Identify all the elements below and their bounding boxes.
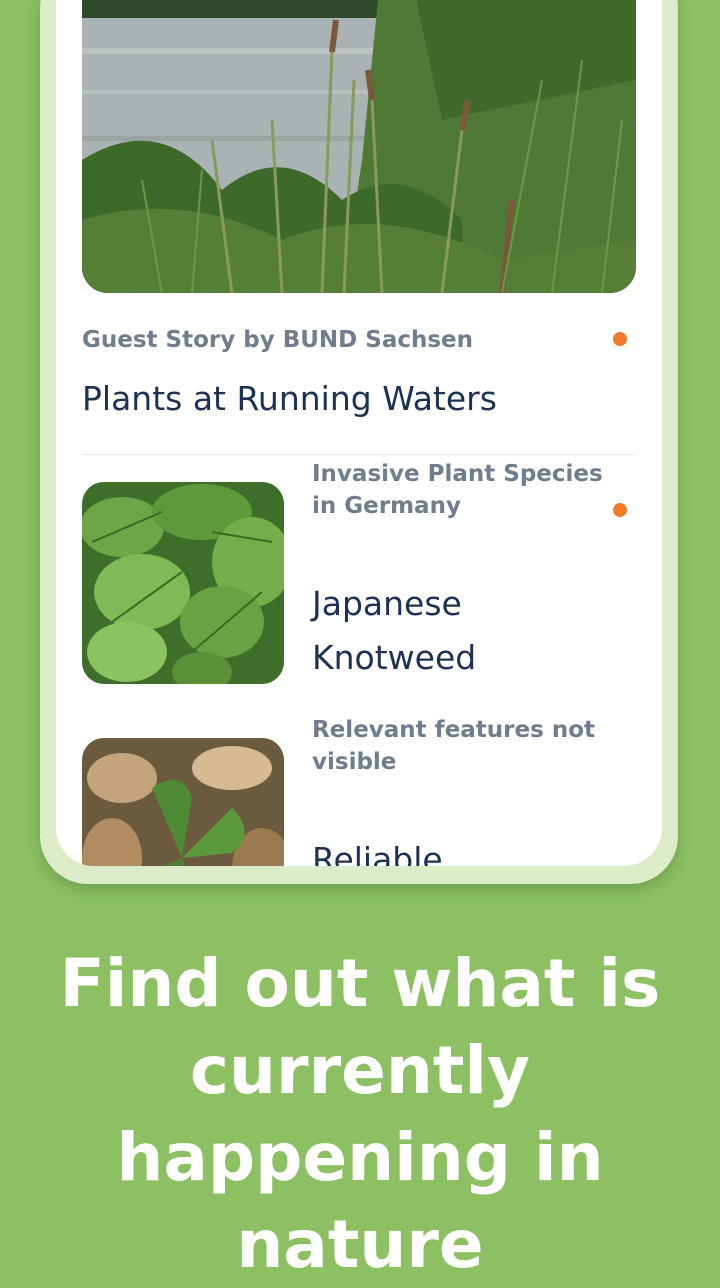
story-kicker: Guest Story by BUND Sachsen [82, 327, 474, 353]
knotweed-leaves-photo [82, 482, 284, 684]
phone-screen: Guest Story by BUND Sachsen Plants at Ru… [56, 0, 662, 866]
story-title: Japanese Knotweed [312, 584, 477, 677]
unread-dot [613, 503, 627, 517]
story-kicker: Relevant features not visible [312, 717, 595, 775]
story-title: Plants at Running Waters [82, 379, 497, 418]
promo-headline: Find out what is currently happening in … [59, 945, 661, 1283]
lake-shore-photo [82, 0, 636, 293]
unread-dot [613, 332, 627, 346]
clover-leaf-photo [82, 738, 284, 866]
divider [82, 454, 636, 455]
story-title: Reliable [312, 840, 443, 866]
story-kicker: Invasive Plant Species in Germany [312, 461, 603, 519]
